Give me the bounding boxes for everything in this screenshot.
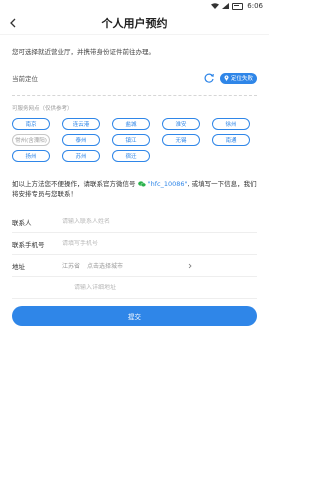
- phone-row: 联系手机号: [12, 233, 257, 255]
- location-row: 当前定位 定位失败: [12, 71, 257, 85]
- city-chip-yangzhou[interactable]: 扬州: [12, 150, 50, 162]
- chevron-right-icon: [188, 263, 192, 268]
- location-label: 当前定位: [12, 75, 38, 83]
- intro-text: 您可选择就近营业厅，并携带身份证件前往办理。: [12, 48, 155, 56]
- phone-input[interactable]: [62, 240, 257, 247]
- wifi-icon: [211, 3, 220, 9]
- address-label: 地址: [12, 262, 25, 271]
- header: 个人用户预约: [0, 12, 269, 35]
- location-pin-icon: [224, 75, 229, 81]
- city-chip-nanjing[interactable]: 南京: [12, 118, 50, 130]
- contact-input[interactable]: [62, 218, 257, 225]
- wechat-id[interactable]: "hfc_10086": [148, 180, 188, 188]
- city-chip-suzhou[interactable]: 苏州: [62, 150, 100, 162]
- page-title: 个人用户预约: [101, 17, 168, 30]
- city-chip-huaian[interactable]: 淮安: [162, 118, 200, 130]
- city-chip-yancheng[interactable]: 盐城: [112, 118, 150, 130]
- city-chip-zhenjiang[interactable]: 镇江: [112, 134, 150, 146]
- city-chip-suqian[interactable]: 宿迁: [112, 150, 150, 162]
- status-icons: [211, 2, 244, 10]
- city-chip-nantong[interactable]: 南通: [212, 134, 250, 146]
- province-value: 江苏省: [62, 263, 81, 270]
- wechat-icon: [137, 181, 146, 187]
- refresh-icon[interactable]: [203, 72, 215, 84]
- submit-button[interactable]: 提交: [12, 306, 257, 326]
- battery-icon: [232, 2, 244, 10]
- city-chip-taizhou[interactable]: 泰州: [62, 134, 100, 146]
- city-chip-changzhou[interactable]: 常州(含溧阳): [12, 134, 50, 146]
- city-chip-wuxi[interactable]: 无锡: [162, 134, 200, 146]
- contact-row: 联系人: [12, 211, 257, 233]
- address-row: 地址 江苏省 点击选择城市: [12, 255, 257, 277]
- locate-fail-label: 定位失败: [230, 76, 253, 82]
- address-detail-input[interactable]: [74, 284, 257, 291]
- signal-icon: [222, 3, 230, 9]
- back-button[interactable]: [6, 15, 20, 31]
- wechat-note-prefix: 如以上方法您不便操作，请联系官方微信号: [12, 180, 136, 188]
- city-grid: 南京 连云港 盐城 淮安 徐州 常州(含溧阳) 泰州 镇江 无锡 南通 扬州 苏…: [12, 118, 257, 162]
- chevron-left-icon: [10, 18, 16, 28]
- divider: [12, 95, 257, 96]
- contact-label: 联系人: [12, 218, 32, 227]
- address-detail-row: [12, 277, 257, 299]
- status-time: 6:06: [247, 2, 263, 10]
- service-points-hint: 可服务网点（仅供参考）: [12, 106, 73, 112]
- city-chip-lianyungang[interactable]: 连云港: [62, 118, 100, 130]
- city-chip-xuzhou[interactable]: 徐州: [212, 118, 250, 130]
- status-bar: 6:06: [0, 0, 269, 12]
- wechat-note: 如以上方法您不便操作，请联系官方微信号 "hfc_10086", 或填写一下信息…: [12, 180, 257, 199]
- locate-fail-button[interactable]: 定位失败: [219, 72, 257, 84]
- phone-label: 联系手机号: [12, 240, 45, 249]
- city-select[interactable]: 点击选择城市: [87, 261, 187, 270]
